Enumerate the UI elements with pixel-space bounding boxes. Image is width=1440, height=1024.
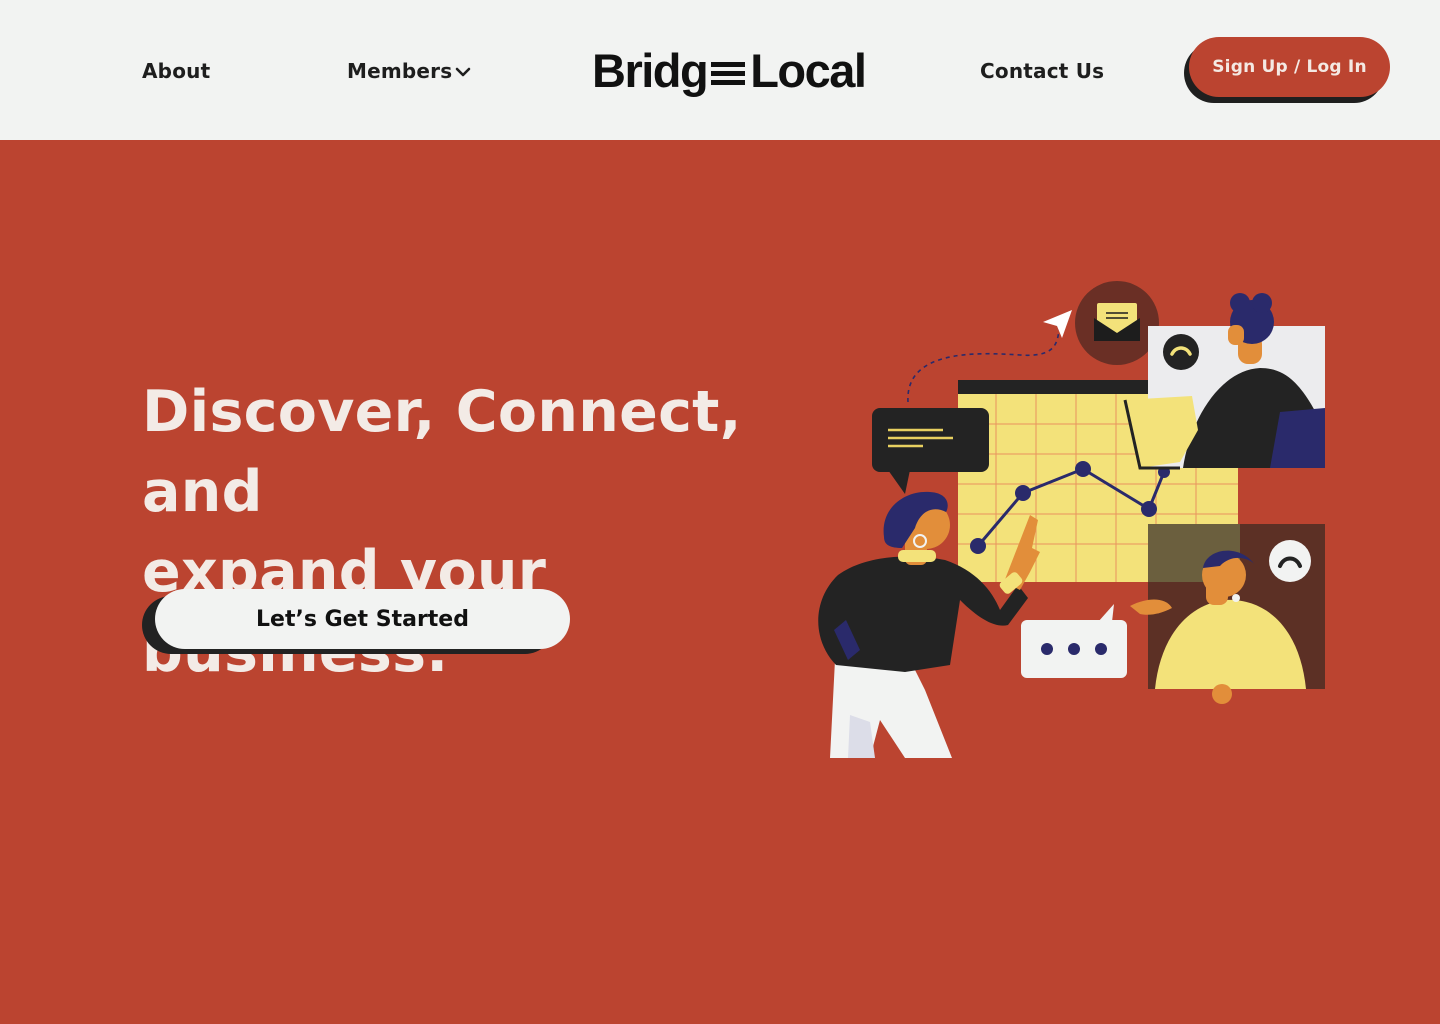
ellipsis-icon [1021, 604, 1127, 678]
logo-text-right: Local [750, 44, 867, 97]
signup-login-button[interactable]: Sign Up / Log In [1189, 37, 1390, 97]
logo-bars-mark [711, 61, 746, 85]
chevron-down-icon [456, 67, 471, 77]
nav-about-link[interactable]: About [142, 58, 210, 84]
site-header: About Members Bridg Local Contact Us Sig… [0, 0, 1440, 140]
site-logo[interactable]: Bridg Local [592, 44, 867, 98]
get-started-button[interactable]: Let’s Get Started [155, 589, 570, 649]
hero-illustration [818, 281, 1325, 758]
logo-text-left: Bridg [592, 44, 709, 97]
nav-members-label: Members [347, 59, 453, 83]
nav-contact-link[interactable]: Contact Us [980, 58, 1104, 84]
paper-plane-icon [1043, 310, 1072, 338]
video-call-card-bottom [1130, 524, 1325, 704]
nav-members-dropdown[interactable]: Members [347, 58, 471, 84]
hero-title-line-1: Discover, Connect, and [142, 379, 742, 525]
envelope-icon [1075, 281, 1159, 365]
